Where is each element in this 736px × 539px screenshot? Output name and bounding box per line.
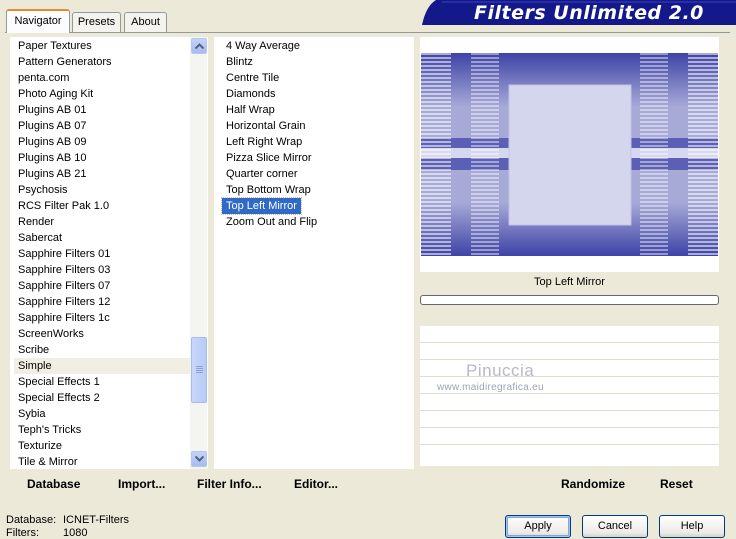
watermark-url: www.maidiregrafica.eu <box>437 382 544 393</box>
category-scrollbar[interactable] <box>190 37 207 469</box>
filter-progress-bar <box>420 295 719 305</box>
parameter-area <box>420 326 719 466</box>
filter-item[interactable]: Top Bottom Wrap <box>222 182 412 198</box>
app-title: Filters Unlimited 2.0 <box>474 2 704 24</box>
category-list[interactable]: Paper Textures Pattern Generators penta.co… <box>14 38 190 470</box>
category-item[interactable]: Plugins AB 09 <box>14 134 190 150</box>
filter-item[interactable]: Centre Tile <box>222 70 412 86</box>
category-item[interactable]: Plugins AB 01 <box>14 102 190 118</box>
cancel-button[interactable]: Cancel <box>582 515 648 538</box>
preview-image <box>421 53 718 256</box>
filter-item[interactable]: Diamonds <box>222 86 412 102</box>
filter-list[interactable]: 4 Way Average Blintz Centre Tile Diamonds Ha… <box>221 38 412 230</box>
category-item[interactable]: Sapphire Filters 1c <box>14 310 190 326</box>
filter-item[interactable]: Half Wrap <box>222 102 412 118</box>
filters-count-value: 1080 <box>63 527 88 539</box>
tab-presets[interactable]: Presets <box>72 12 121 32</box>
category-item[interactable]: ScreenWorks <box>14 326 190 342</box>
reset-button[interactable]: Reset <box>660 476 693 492</box>
filter-item[interactable]: Quarter corner <box>222 166 412 182</box>
category-item[interactable]: Simple <box>14 358 190 374</box>
category-item[interactable]: Sapphire Filters 12 <box>14 294 190 310</box>
category-item[interactable]: Teph's Tricks <box>14 422 190 438</box>
tab-about[interactable]: About <box>124 12 167 32</box>
tab-strip-border <box>5 32 730 33</box>
database-status-value: ICNET-Filters <box>63 514 129 526</box>
category-item[interactable]: Paper Textures <box>14 38 190 54</box>
category-item[interactable]: Tile & Mirror <box>14 454 190 470</box>
category-item[interactable]: Sabercat <box>14 230 190 246</box>
category-item[interactable]: Special Effects 2 <box>14 390 190 406</box>
category-item[interactable]: Pattern Generators <box>14 54 190 70</box>
watermark-name: Pinuccia <box>466 361 535 380</box>
category-item[interactable]: Photo Aging Kit <box>14 86 190 102</box>
category-item[interactable]: Plugins AB 10 <box>14 150 190 166</box>
category-item[interactable]: Texturize <box>14 438 190 454</box>
filter-item[interactable]: Blintz <box>222 54 412 70</box>
tab-navigator[interactable]: Navigator <box>6 9 70 33</box>
filter-item[interactable]: Top Left Mirror <box>221 197 302 215</box>
category-item[interactable]: Plugins AB 07 <box>14 118 190 134</box>
database-button[interactable]: Database <box>27 476 80 492</box>
category-item[interactable]: Sybia <box>14 406 190 422</box>
scroll-down-button[interactable] <box>191 451 207 467</box>
chevron-up-icon <box>194 43 204 49</box>
category-item[interactable]: Scribe <box>14 342 190 358</box>
scroll-up-button[interactable] <box>191 38 207 54</box>
filter-item[interactable]: Zoom Out and Flip <box>222 214 412 230</box>
filters-count-label: Filters: <box>6 527 39 539</box>
scroll-thumb[interactable] <box>191 337 207 403</box>
category-item[interactable]: penta.com <box>14 70 190 86</box>
filter-info-button[interactable]: Filter Info... <box>197 476 262 492</box>
import-button[interactable]: Import... <box>118 476 165 492</box>
category-item[interactable]: RCS Filter Pak 1.0 <box>14 198 190 214</box>
category-item[interactable]: Special Effects 1 <box>14 374 190 390</box>
help-button[interactable]: Help <box>659 515 725 538</box>
chevron-down-icon <box>194 456 204 462</box>
category-item[interactable]: Sapphire Filters 03 <box>14 262 190 278</box>
filter-item[interactable]: Left Right Wrap <box>222 134 412 150</box>
filter-item[interactable]: Horizontal Grain <box>222 118 412 134</box>
selected-filter-title: Top Left Mirror <box>534 276 605 288</box>
editor-button[interactable]: Editor... <box>294 476 338 492</box>
randomize-button[interactable]: Randomize <box>561 476 625 492</box>
filter-item[interactable]: Pizza Slice Mirror <box>222 150 412 166</box>
database-status-label: Database: <box>6 514 57 526</box>
filter-item[interactable]: 4 Way Average <box>222 38 412 54</box>
apply-button[interactable]: Apply <box>505 515 571 538</box>
category-item[interactable]: Plugins AB 21 <box>14 166 190 182</box>
category-item[interactable]: Sapphire Filters 07 <box>14 278 190 294</box>
category-item[interactable]: Sapphire Filters 01 <box>14 246 190 262</box>
category-item[interactable]: Render <box>14 214 190 230</box>
category-item[interactable]: Psychosis <box>14 182 190 198</box>
